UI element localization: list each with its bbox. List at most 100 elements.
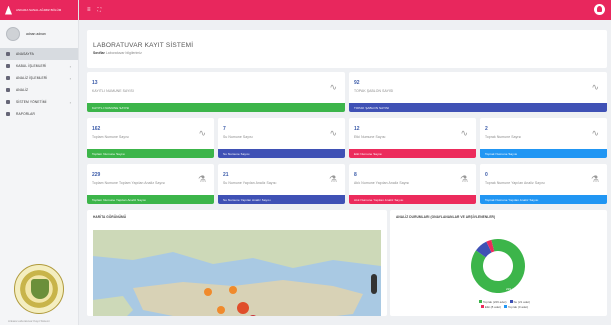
stat-card[interactable]: 13 KAYITLI NUMUNE SAYISI ∿ KAYITLI NUMUN… — [87, 72, 345, 112]
pulse-icon: ∿ — [329, 128, 337, 138]
chart-icon — [6, 88, 10, 92]
home-icon — [6, 52, 10, 56]
legend-item[interactable]: Etki (8 adet) — [480, 304, 501, 309]
page-title: LABORATUVAR KAYIT SİSTEMİ — [93, 42, 194, 49]
stat-footer[interactable]: Etki Numune Sayısı — [349, 149, 476, 158]
stat-label: TOPAK ŞABLON SAYISI — [354, 89, 394, 93]
menu-toggle-icon[interactable]: ≡ — [87, 7, 91, 13]
stat-footer[interactable]: KAYITLI NUMUNE SAYISI — [87, 103, 345, 112]
gear-icon — [6, 100, 10, 104]
stat-value: 7 — [223, 126, 226, 132]
stat-label: Toplam Numune Sayısı — [92, 135, 130, 139]
stat-label: Toplam Numune Toplam Yapılan Analiz Sayı… — [92, 181, 166, 185]
legend-item[interactable]: Toprak (0 adet) — [504, 304, 529, 309]
legend-swatch — [504, 304, 507, 308]
avatar[interactable] — [6, 27, 20, 41]
sidebar-item-1[interactable]: KABUL İŞLEMLERİ › — [0, 60, 78, 72]
stat-card[interactable]: 0 Toprak Numune Yapılan Analiz Sayısı ⚗ … — [480, 164, 607, 204]
stat-card[interactable]: 21 Su Numune Yapılan Analiz Sayısı ⚗ Su … — [218, 164, 345, 204]
donut-panel: ANALİZ DURUMLARI (ONAYLANANLAR VE ARŞİVL… — [390, 210, 607, 316]
sidebar-item-label: SİSTEM YÖNETİMİ — [16, 100, 47, 104]
user-panel[interactable]: adnan adnan — [0, 20, 78, 48]
stat-value: 21 — [223, 172, 229, 178]
institution-seal — [14, 264, 64, 314]
stat-value: 13 — [92, 80, 98, 86]
legend-swatch — [478, 300, 482, 303]
stat-card[interactable]: 2 Toprak Numune Sayısı ∿ Toprak Numune S… — [480, 118, 607, 158]
stat-value: 12 — [354, 126, 360, 132]
sidebar-item-label: ANALİZ — [16, 88, 29, 92]
donut-legend: Toprak (229 adet) Su (21 adet) Etki (8 ade… — [456, 300, 556, 309]
legend-item[interactable]: Su (21 adet) — [509, 300, 531, 304]
stat-label: KAYITLI NUMUNE SAYISI — [92, 89, 134, 93]
pulse-icon: ∿ — [591, 82, 599, 92]
sidebar-item-5[interactable]: RAPORLAR — [0, 108, 78, 120]
stat-label: Toprak Numune Yapılan Analiz Sayısı — [485, 181, 545, 185]
stat-card[interactable]: 162 Toplam Numune Sayısı ∿ Toplam Numune… — [87, 118, 214, 158]
map-marker[interactable] — [204, 288, 212, 296]
flask-icon: ⚗ — [197, 174, 206, 184]
logo-icon — [5, 5, 12, 15]
stat-footer[interactable]: TOPAK ŞABLON SAYISI — [349, 103, 607, 112]
sidebar-item-0[interactable]: ANASAYFA — [0, 48, 78, 60]
stat-footer[interactable]: Toprak Numune Yapılan Analiz Sayısı — [480, 195, 607, 204]
map-marker[interactable] — [217, 306, 225, 314]
fullscreen-icon[interactable]: ⛶ — [98, 7, 102, 13]
flask-icon: ⚗ — [328, 174, 337, 184]
legend-label: Su (21 adet) — [513, 300, 531, 304]
map-marker[interactable] — [237, 302, 249, 314]
sidebar-menu: ANASAYFA KABUL İŞLEMLERİ › ANALİZ İŞLEMLERİ… — [0, 48, 78, 120]
pulse-icon: ∿ — [329, 82, 337, 92]
sidebar-item-2[interactable]: ANALİZ İŞLEMLERİ › — [0, 72, 78, 84]
map-panel-title: HARİTA GÖRÜNÜMÜ — [93, 215, 127, 219]
stat-footer[interactable]: Atık Numune Yapılan Analiz Sayısı — [349, 195, 476, 204]
sidebar-item-4[interactable]: SİSTEM YÖNETİMİ › — [0, 96, 78, 108]
stat-card[interactable]: 229 Toplam Numune Toplam Yapılan Analiz … — [87, 164, 214, 204]
sidebar-item-label: ANASAYFA — [16, 52, 34, 56]
stat-footer[interactable]: Toplam Numune Sayısı — [87, 149, 214, 158]
stat-footer[interactable]: Su Numune Sayısı — [218, 149, 345, 158]
stat-footer[interactable]: Su Numune Yapılan Analiz Sayısı — [218, 195, 345, 204]
map-panel: HARİTA GÖRÜNÜMÜ — [87, 210, 387, 316]
seal-emblem-icon — [31, 279, 49, 299]
stat-label: Su Numune Sayısı — [223, 135, 253, 139]
breadcrumb: Sınıflar Laboratuvar bilgilerimiz — [93, 51, 601, 55]
legend-item[interactable]: Toprak (229 adet) — [478, 300, 507, 304]
chevron-right-icon: › — [69, 99, 71, 105]
stat-card[interactable]: 8 Atık Numune Yapılan Analiz Sayısı ⚗ At… — [349, 164, 476, 204]
stat-value: 92 — [354, 80, 360, 86]
stat-footer[interactable]: Toplam Numune Yapılan Analiz Sayısı — [87, 195, 214, 204]
map-marker[interactable] — [229, 286, 237, 294]
map-view[interactable] — [93, 230, 381, 316]
map-zoom-control[interactable] — [371, 274, 377, 294]
pulse-icon: ∿ — [198, 128, 206, 138]
chevron-right-icon: › — [69, 63, 71, 69]
sidebar-item-label: ANALİZ İŞLEMLERİ — [16, 76, 48, 80]
sidebar-item-3[interactable]: ANALİZ — [0, 84, 78, 96]
legend-label: Toprak (229 adet) — [482, 300, 507, 304]
donut-center-label: 229 adet — [506, 287, 518, 291]
stat-value: 0 — [485, 172, 488, 178]
legend-swatch — [480, 304, 484, 308]
stat-card[interactable]: 7 Su Numune Sayısı ∿ Su Numune Sayısı — [218, 118, 345, 158]
stat-label: Atık Numune Yapılan Analiz Sayısı — [354, 181, 410, 185]
report-icon — [6, 112, 10, 116]
flask-icon: ⚗ — [590, 174, 599, 184]
page-header: LABORATUVAR KAYIT SİSTEMİ Sınıflar Labor… — [87, 30, 607, 68]
stat-card[interactable]: 92 TOPAK ŞABLON SAYISI ∿ TOPAK ŞABLON SA… — [349, 72, 607, 112]
footer: Ankara Laboratuvar Kayıt Sistemi — [8, 319, 50, 323]
flask-icon: ⚗ — [459, 174, 468, 184]
stat-value: 162 — [92, 126, 101, 132]
stat-label: Su Numune Yapılan Analiz Sayısı — [223, 181, 277, 185]
user-menu-icon[interactable] — [594, 4, 605, 15]
legend-label: Toprak (0 adet) — [508, 304, 529, 309]
legend-label: Etki (8 adet) — [484, 304, 501, 309]
stat-footer[interactable]: Toprak Numune Sayısı — [480, 149, 607, 158]
top-bar: ≡ ⛶ — [79, 0, 611, 20]
brand-bar: ANKARA SANAL AĞIMIZ BÖLÜM — [0, 0, 78, 20]
stat-card[interactable]: 12 Etki Numune Sayısı ∿ Etki Numune Sayı… — [349, 118, 476, 158]
sidebar-item-label: RAPORLAR — [16, 112, 35, 116]
chevron-right-icon: › — [69, 75, 71, 81]
stat-label: Toprak Numune Sayısı — [485, 135, 522, 139]
user-name: adnan adnan — [26, 32, 46, 36]
